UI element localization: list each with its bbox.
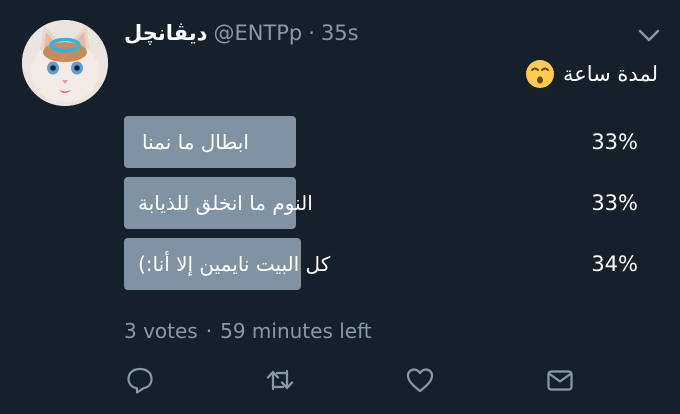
poll-meta: 3 votes · 59 minutes left bbox=[124, 316, 372, 346]
poll-option-percent: 33% bbox=[591, 130, 638, 154]
separator-dot: · bbox=[308, 21, 315, 45]
poll-option-3[interactable]: كل البيت نايمين إلا أنا:) 34% bbox=[124, 238, 638, 290]
retweet-icon[interactable] bbox=[264, 364, 296, 396]
vote-count: 3 votes bbox=[124, 319, 198, 343]
poll-option-2[interactable]: النوم ما انخلق للذيابة 33% bbox=[124, 177, 638, 229]
tweet-timestamp[interactable]: 35s bbox=[321, 21, 359, 45]
time-left: 59 minutes left bbox=[220, 319, 372, 343]
tweet-text: لمدة ساعة bbox=[525, 58, 658, 90]
kitten-avatar-image bbox=[22, 20, 108, 106]
like-icon[interactable] bbox=[404, 364, 436, 396]
poll-option-percent: 34% bbox=[591, 252, 638, 276]
separator-dot: · bbox=[205, 319, 213, 343]
display-name[interactable]: ديڤانچل bbox=[124, 21, 207, 45]
reply-icon[interactable] bbox=[124, 364, 156, 396]
avatar[interactable] bbox=[22, 20, 108, 106]
share-mail-icon[interactable] bbox=[544, 364, 576, 396]
chevron-down-icon[interactable] bbox=[636, 24, 662, 46]
poll-option-label: كل البيت نايمين إلا أنا:) bbox=[138, 252, 331, 276]
poll-option-label: النوم ما انخلق للذيابة bbox=[138, 191, 313, 215]
tweet-body: لمدة ساعة bbox=[562, 62, 658, 86]
poll-option-1[interactable]: ابطال ما نمنا 33% bbox=[124, 116, 638, 168]
poll-option-percent: 33% bbox=[591, 191, 638, 215]
tweet-header: ديڤانچل @ENTPp · 35s bbox=[124, 18, 359, 48]
user-handle[interactable]: @ENTPp bbox=[213, 21, 302, 45]
kissing-face-emoji-icon bbox=[525, 59, 555, 89]
poll-option-label: ابطال ما نمنا bbox=[142, 130, 249, 154]
